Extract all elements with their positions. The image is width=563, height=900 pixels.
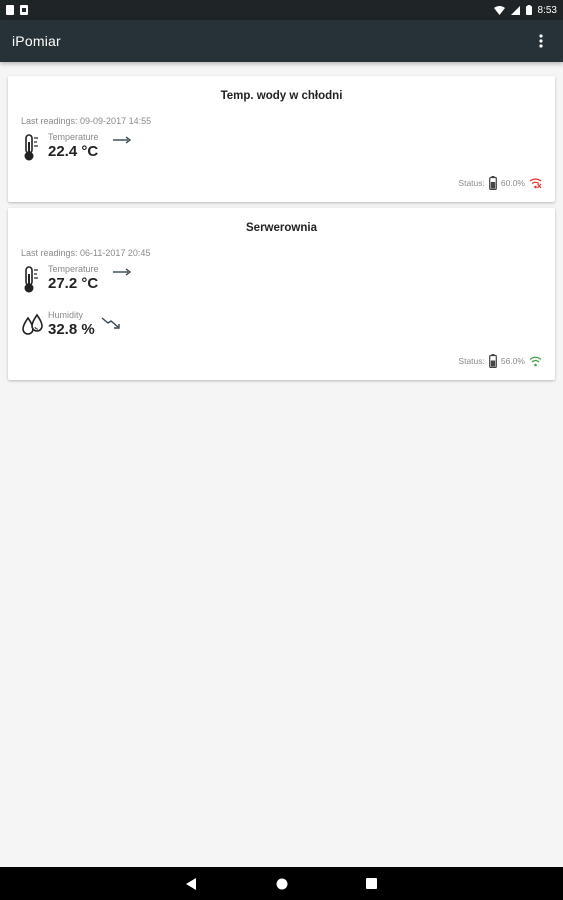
overflow-menu-icon[interactable]	[533, 31, 549, 51]
app-bar: iPomiar	[0, 20, 563, 62]
reading-value: 27.2 °C	[48, 275, 99, 292]
humidity-icon	[22, 313, 43, 335]
battery-icon	[488, 176, 497, 190]
reading-value: 22.4 °C	[48, 143, 99, 160]
status-label: Status:	[458, 178, 485, 188]
reading-temperature: Temperature 22.4 °C	[21, 132, 542, 172]
wifi-icon	[493, 5, 505, 15]
clock: 8:53	[537, 4, 557, 16]
sensor-list: Temp. wody w chłodni Last readings: 09-0…	[0, 62, 563, 867]
device-status: Status: 56.0%	[21, 352, 542, 370]
sensor-card[interactable]: Temp. wody w chłodni Last readings: 09-0…	[8, 76, 555, 202]
reading-label: Humidity	[48, 310, 84, 320]
trend-falling-icon	[101, 317, 120, 329]
reading-value: 32.8 %	[48, 321, 95, 338]
last-readings: Last readings: 09-09-2017 14:55	[21, 116, 152, 126]
reading-humidity: Humidity 32.8 %	[21, 310, 542, 350]
trend-steady-icon	[112, 136, 131, 144]
reading-label: Temperature	[48, 132, 99, 142]
notification-icon	[6, 5, 14, 15]
recents-icon[interactable]	[363, 875, 381, 893]
device-status: Status: 60.0%	[21, 174, 542, 192]
battery-percent: 56.0%	[500, 356, 525, 366]
reading-label: Temperature	[48, 264, 99, 274]
trend-steady-icon	[112, 268, 131, 276]
sensor-title: Serwerownia	[246, 222, 317, 234]
back-icon[interactable]	[183, 875, 201, 893]
sensor-card[interactable]: Serwerownia Last readings: 06-11-2017 20…	[8, 208, 555, 380]
battery-percent: 60.0%	[500, 178, 525, 188]
wifi-off-icon	[529, 177, 542, 188]
app-title: iPomiar	[12, 33, 61, 49]
thermometer-icon	[24, 134, 38, 161]
status-label: Status:	[458, 356, 485, 366]
sensor-title: Temp. wody w chłodni	[220, 90, 343, 102]
system-navigation-bar	[0, 867, 563, 900]
battery-icon	[488, 354, 497, 368]
home-icon[interactable]	[273, 875, 291, 893]
last-readings: Last readings: 06-11-2017 20:45	[21, 248, 151, 258]
signal-icon	[510, 5, 520, 15]
battery-icon	[525, 5, 532, 15]
reading-temperature: Temperature 27.2 °C	[21, 264, 542, 304]
system-status-bar: 8:53	[0, 0, 563, 20]
wifi-on-icon	[529, 356, 542, 366]
thermometer-icon	[24, 266, 38, 293]
notification-icon	[20, 5, 28, 15]
